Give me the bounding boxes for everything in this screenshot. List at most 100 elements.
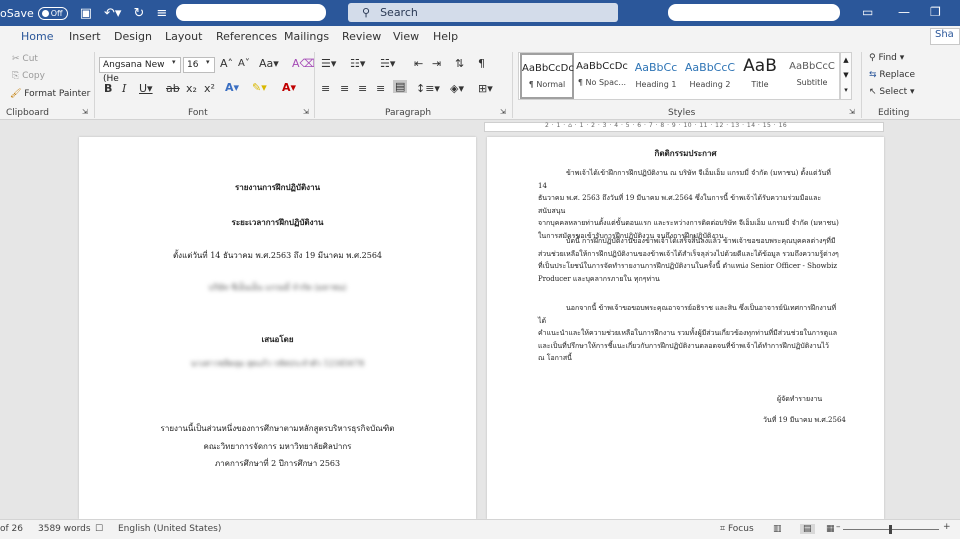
highlight-icon[interactable]: ✎▾ <box>252 81 267 94</box>
sort-icon[interactable]: ⇅ <box>455 57 464 70</box>
tab-layout[interactable]: Layout <box>165 30 202 47</box>
undo-icon[interactable]: ↶▾ <box>104 6 121 21</box>
italic-icon[interactable]: I <box>122 82 126 95</box>
tab-mailings[interactable]: Mailings <box>284 30 329 47</box>
zoom-in-icon[interactable]: + <box>943 522 951 532</box>
separator <box>94 52 95 118</box>
grow-font-icon[interactable]: A˄ <box>220 57 233 70</box>
horizontal-ruler[interactable]: 2 · 1 · ⌂ · 1 · 2 · 3 · 4 · 5 · 6 · 7 · … <box>484 122 884 132</box>
style-heading-1[interactable]: AaBbCc Heading 1 <box>629 53 683 99</box>
tab-view[interactable]: View <box>393 30 419 47</box>
font-size-select[interactable]: 16 <box>183 57 215 73</box>
underline-icon[interactable]: U▾ <box>139 82 153 95</box>
document-page-2[interactable]: กิตติกรรมประกาศ ข้าพเจ้าได้เข้าฝึกการฝึก… <box>487 137 884 519</box>
page-count[interactable]: of 26 <box>0 524 23 534</box>
strikethrough-icon[interactable]: ab <box>166 82 180 95</box>
style-no-spacing[interactable]: AaBbCcDc ¶ No Spac... <box>575 53 629 99</box>
font-name-select[interactable]: Angsana New (He <box>99 57 181 84</box>
cursor-icon: ↖ <box>869 87 880 97</box>
document-page-1[interactable]: รายงานการฝึกปฏิบัติงาน ระยะเวลาการฝึกปฏิ… <box>79 137 476 519</box>
replace-button[interactable]: ⇆ Replace <box>869 70 915 80</box>
bold-icon[interactable]: B <box>104 82 112 95</box>
align-center-icon[interactable]: ≡ <box>340 82 349 95</box>
tab-home[interactable]: Home <box>21 30 54 50</box>
styles-gallery: AaBbCcDc ¶ Normal AaBbCcDc ¶ No Spac... … <box>518 52 840 100</box>
style-title[interactable]: AaB Title <box>733 53 787 99</box>
word-count[interactable]: 3589 words <box>38 524 91 534</box>
text-effects-icon[interactable]: A▾ <box>225 81 239 94</box>
proofing-icon[interactable]: ☐ <box>95 524 103 534</box>
ribbon-display-icon[interactable]: ▭ <box>862 5 873 19</box>
chevron-down-icon: ▾ <box>206 58 210 66</box>
style-normal[interactable]: AaBbCcDc ¶ Normal <box>520 53 574 99</box>
clipboard-launcher-icon[interactable]: ⇲ <box>82 108 88 116</box>
shading-icon[interactable]: ◈▾ <box>450 82 464 95</box>
subscript-icon[interactable]: x₂ <box>186 82 197 95</box>
paragraph-2: บัดนี้ การฝึกปฏิบัติงานของข้าพเจ้าได้เสร… <box>538 237 839 283</box>
copy-button[interactable]: ⎘ Copy <box>12 71 45 81</box>
signature-date: วันที่ 19 มีนาคม พ.ศ.2564 <box>763 416 846 424</box>
style-subtitle[interactable]: AaBbCcC Subtitle <box>785 53 839 99</box>
signer-label: ผู้จัดทำรายงาน <box>777 395 823 403</box>
font-launcher-icon[interactable]: ⇲ <box>303 108 309 116</box>
status-bar: of 26 3589 words ☐ English (United State… <box>0 519 960 539</box>
zoom-slider-thumb[interactable] <box>889 525 892 534</box>
paintbrush-icon: 🖌 <box>10 89 25 99</box>
footer-line-2: คณะวิทยาการจัดการ มหาวิทยาลัยศิลปากร <box>203 442 352 451</box>
justify-icon[interactable]: ≡ <box>376 82 385 95</box>
search-box[interactable]: ⚲ Search <box>348 3 618 22</box>
find-button[interactable]: ⚲ Find ▾ <box>869 53 904 63</box>
save-icon[interactable]: ▣ <box>80 6 92 21</box>
bullets-icon[interactable]: ☰▾ <box>321 57 336 70</box>
align-left-icon[interactable]: ≡ <box>321 82 330 95</box>
search-icon: ⚲ <box>362 6 371 19</box>
styles-launcher-icon[interactable]: ⇲ <box>849 108 855 116</box>
zoom-out-icon[interactable]: – <box>836 522 841 532</box>
separator <box>314 52 315 118</box>
copy-icon: ⎘ <box>12 71 23 81</box>
ribbon: ✂ Cut ⎘ Copy 🖌 Format Painter Clipboard … <box>0 48 960 120</box>
tab-design[interactable]: Design <box>114 30 152 47</box>
style-heading-2[interactable]: AaBbCcC Heading 2 <box>683 53 737 99</box>
numbering-icon[interactable]: ☷▾ <box>350 57 365 70</box>
student-name-blurred: นางสาวชลิตลุม สุดแก้ว รหัสประจำตัว 12345… <box>190 359 365 368</box>
autosave-label: oSave <box>0 6 34 20</box>
minimize-icon[interactable]: — <box>898 5 910 19</box>
read-mode-icon[interactable]: ▥ <box>773 524 782 534</box>
maximize-icon[interactable]: ❐ <box>930 5 941 19</box>
focus-button[interactable]: ⌗ Focus <box>720 524 754 534</box>
tab-insert[interactable]: Insert <box>69 30 101 47</box>
format-painter-button[interactable]: 🖌 Format Painter <box>10 89 90 99</box>
change-case-button[interactable]: Aa▾ <box>259 57 279 70</box>
decrease-indent-icon[interactable]: ⇤ <box>414 57 423 70</box>
ribbon-tabs: Home Insert Design Layout References Mai… <box>0 26 960 50</box>
separator <box>512 52 513 118</box>
redo-icon[interactable]: ↻ <box>133 6 144 21</box>
pilcrow-icon[interactable]: ¶ <box>478 57 485 70</box>
increase-indent-icon[interactable]: ⇥ <box>432 57 441 70</box>
line-spacing-icon[interactable]: ↕≡▾ <box>416 82 440 95</box>
autosave-toggle[interactable]: Off <box>37 6 68 20</box>
select-button[interactable]: ↖ Select ▾ <box>869 87 915 97</box>
web-layout-icon[interactable]: ▦ <box>826 524 835 534</box>
shrink-font-icon[interactable]: A˅ <box>238 58 250 69</box>
paragraph-launcher-icon[interactable]: ⇲ <box>500 108 506 116</box>
styles-scroll[interactable]: ▲ ▼ ▾ <box>840 52 852 100</box>
multilevel-list-icon[interactable]: ☵▾ <box>380 57 395 70</box>
cut-button[interactable]: ✂ Cut <box>12 54 38 64</box>
print-layout-icon[interactable]: ▤ <box>800 524 815 534</box>
font-color-icon[interactable]: A▾ <box>282 81 296 94</box>
share-button[interactable]: Sha <box>930 28 960 45</box>
paragraph-3: นอกจากนี้ ข้าพเจ้าขอขอบพระคุณอาจารย์อธิร… <box>538 304 838 362</box>
distributed-icon[interactable]: ▤ <box>393 80 408 93</box>
language-status[interactable]: English (United States) <box>118 524 221 534</box>
scissors-icon: ✂ <box>12 54 23 64</box>
tab-references[interactable]: References <box>216 30 277 47</box>
superscript-icon[interactable]: x² <box>204 82 215 95</box>
customize-toolbar-icon[interactable]: ≡ <box>156 6 167 21</box>
clear-formatting-icon[interactable]: A⌫ <box>292 57 315 70</box>
tab-review[interactable]: Review <box>342 30 381 47</box>
tab-help[interactable]: Help <box>433 30 458 47</box>
borders-icon[interactable]: ⊞▾ <box>478 82 493 95</box>
align-right-icon[interactable]: ≡ <box>358 82 367 95</box>
